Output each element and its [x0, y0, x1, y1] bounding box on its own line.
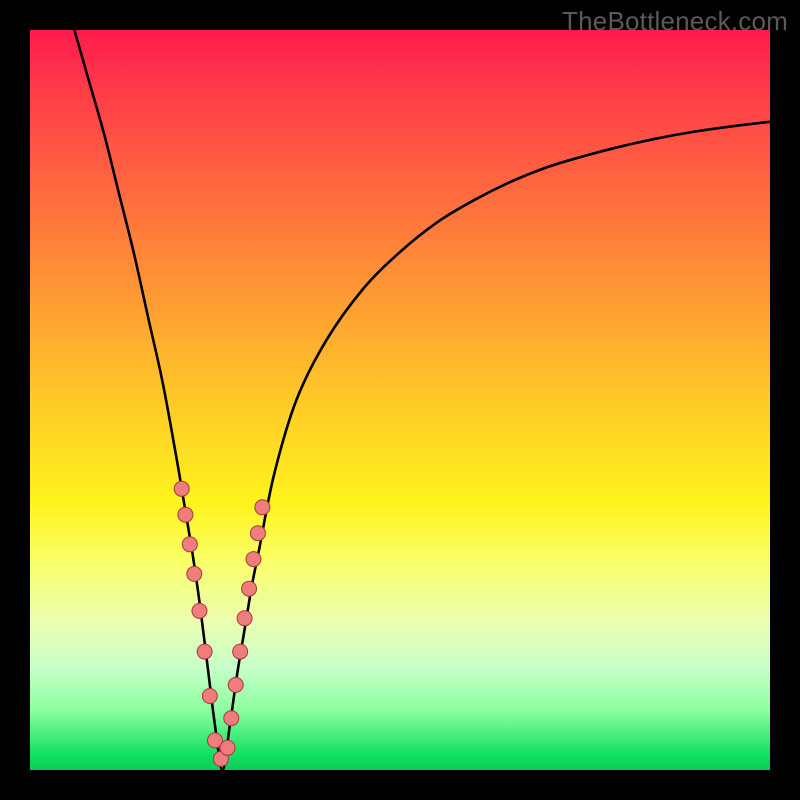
marker-point [187, 566, 202, 581]
marker-point [233, 644, 248, 659]
marker-point [246, 552, 261, 567]
marker-point [197, 644, 212, 659]
marker-point [192, 603, 207, 618]
plot-frame [30, 30, 770, 770]
marker-point [174, 481, 189, 496]
marker-point [228, 677, 243, 692]
marker-point [178, 507, 193, 522]
marker-point [220, 740, 235, 755]
bottleneck-curve [74, 30, 770, 770]
marker-point [250, 526, 265, 541]
marker-point [255, 500, 270, 515]
marker-point [242, 581, 257, 596]
marker-point [224, 711, 239, 726]
marker-point [237, 611, 252, 626]
bottleneck-chart [30, 30, 770, 770]
marker-point [202, 689, 217, 704]
marker-point [182, 537, 197, 552]
watermark-text: TheBottleneck.com [562, 6, 788, 37]
